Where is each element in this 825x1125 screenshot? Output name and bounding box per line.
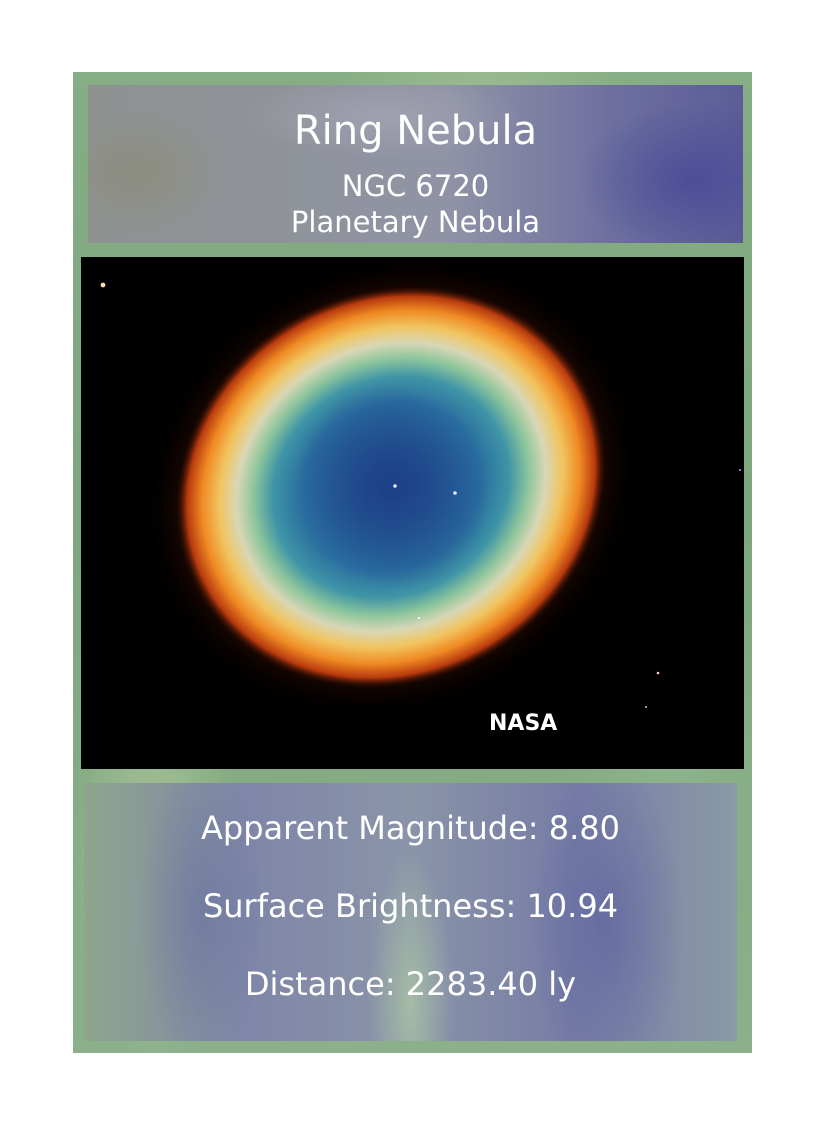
nebula-card: Ring Nebula NGC 6720 Planetary Nebula NA… <box>73 72 752 1053</box>
ring-nebula-image <box>81 257 744 769</box>
surface-brightness: Surface Brightness: 10.94 <box>202 887 619 925</box>
central-star <box>393 484 397 488</box>
star <box>656 671 660 675</box>
apparent-magnitude: Apparent Magnitude: 8.80 <box>201 809 620 847</box>
stats-panel: Apparent Magnitude: 8.80 Surface Brightn… <box>84 783 737 1041</box>
object-type: Planetary Nebula <box>290 205 541 239</box>
star <box>100 282 106 288</box>
star <box>418 617 420 619</box>
catalog-id: NGC 6720 <box>341 169 490 203</box>
image-credit: NASA <box>489 711 558 736</box>
nebula-photo: NASA <box>81 257 744 769</box>
star <box>739 469 741 471</box>
star <box>645 706 647 708</box>
star <box>453 491 457 495</box>
distance: Distance: 2283.40 ly <box>244 965 577 1003</box>
object-name: Ring Nebula <box>293 108 538 154</box>
title-panel: Ring Nebula NGC 6720 Planetary Nebula <box>88 85 743 243</box>
